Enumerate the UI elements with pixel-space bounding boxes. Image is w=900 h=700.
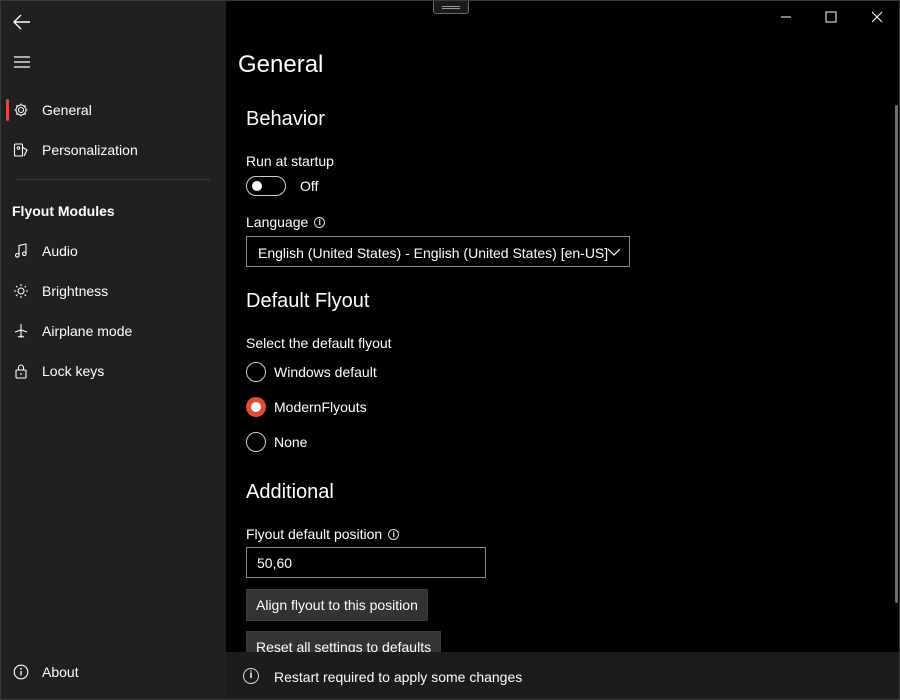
toggle-knob bbox=[252, 181, 262, 191]
navigation-sidebar: General Personalization Flyout Modules A… bbox=[1, 1, 226, 699]
nav-item-label: Audio bbox=[42, 243, 78, 259]
default-flyout-prompt: Select the default flyout bbox=[246, 335, 392, 351]
radio-label-modernflyouts[interactable]: ModernFlyouts bbox=[274, 399, 367, 415]
minimize-button[interactable] bbox=[763, 1, 809, 33]
sun-icon bbox=[13, 283, 29, 299]
language-selected-value: English (United States) - English (Unite… bbox=[258, 245, 609, 261]
infobar-message: Restart required to apply some changes bbox=[274, 669, 523, 685]
nav-item-label: Lock keys bbox=[42, 363, 105, 379]
drag-handle[interactable] bbox=[433, 1, 469, 14]
maximize-button[interactable] bbox=[808, 1, 854, 33]
nav-item-label: About bbox=[42, 664, 79, 680]
info-icon[interactable]: i bbox=[314, 217, 326, 228]
nav-item-airplane-mode[interactable]: Airplane mode bbox=[1, 313, 226, 349]
additional-heading: Additional bbox=[246, 481, 334, 503]
back-button[interactable] bbox=[9, 9, 35, 35]
position-input[interactable] bbox=[247, 548, 485, 577]
position-label-row: Flyout default position i bbox=[246, 526, 400, 542]
nav-item-audio[interactable]: Audio bbox=[1, 233, 226, 269]
section-header: Flyout Modules bbox=[12, 203, 115, 219]
nav-divider bbox=[16, 179, 210, 180]
position-input-box[interactable] bbox=[246, 547, 486, 578]
language-label: Language bbox=[246, 214, 309, 230]
nav-item-brightness[interactable]: Brightness bbox=[1, 273, 226, 309]
nav-item-label: General bbox=[42, 102, 92, 118]
nav-item-personalization[interactable]: Personalization bbox=[1, 132, 226, 168]
page-title: General bbox=[238, 51, 324, 78]
language-dropdown[interactable]: English (United States) - English (Unite… bbox=[246, 236, 630, 267]
music-note-icon bbox=[13, 243, 29, 259]
info-icon[interactable]: i bbox=[388, 529, 400, 540]
radio-label-windows-default[interactable]: Windows default bbox=[274, 364, 377, 380]
app-window: General Personalization Flyout Modules A… bbox=[0, 0, 900, 700]
run-at-startup-label: Run at startup bbox=[246, 153, 334, 169]
nav-item-label: Brightness bbox=[42, 283, 109, 299]
back-arrow-icon bbox=[13, 14, 30, 30]
chevron-down-icon bbox=[607, 248, 621, 256]
radio-label-none[interactable]: None bbox=[274, 434, 307, 450]
airplane-icon bbox=[13, 323, 29, 339]
hamburger-icon bbox=[14, 56, 30, 68]
personalization-icon bbox=[13, 142, 29, 158]
nav-item-label: Airplane mode bbox=[42, 323, 133, 339]
default-flyout-heading: Default Flyout bbox=[246, 290, 370, 312]
gear-icon bbox=[13, 102, 29, 118]
run-at-startup-toggle[interactable] bbox=[246, 176, 286, 196]
info-icon: i bbox=[243, 668, 259, 684]
align-flyout-button[interactable]: Align flyout to this position bbox=[246, 589, 428, 621]
radio-windows-default[interactable] bbox=[246, 362, 266, 382]
nav-item-label: Personalization bbox=[42, 142, 138, 158]
close-button[interactable] bbox=[854, 1, 899, 33]
toggle-state-text: Off bbox=[300, 178, 319, 194]
radio-modernflyouts[interactable] bbox=[246, 397, 266, 417]
position-label: Flyout default position bbox=[246, 526, 383, 542]
nav-item-about[interactable]: About bbox=[1, 654, 226, 690]
restart-infobar: i Restart required to apply some changes bbox=[226, 652, 899, 699]
radio-none[interactable] bbox=[246, 432, 266, 452]
nav-item-general[interactable]: General bbox=[1, 92, 226, 128]
minimize-icon bbox=[781, 16, 791, 18]
info-icon bbox=[13, 664, 29, 680]
behavior-heading: Behavior bbox=[246, 108, 325, 130]
language-label-row: Language i bbox=[246, 214, 326, 230]
nav-item-lock-keys[interactable]: Lock keys bbox=[1, 353, 226, 389]
lock-icon bbox=[13, 363, 29, 379]
close-icon bbox=[871, 11, 883, 23]
menu-toggle-button[interactable] bbox=[9, 49, 35, 75]
scrollbar[interactable] bbox=[895, 105, 898, 603]
maximize-icon bbox=[825, 11, 837, 23]
